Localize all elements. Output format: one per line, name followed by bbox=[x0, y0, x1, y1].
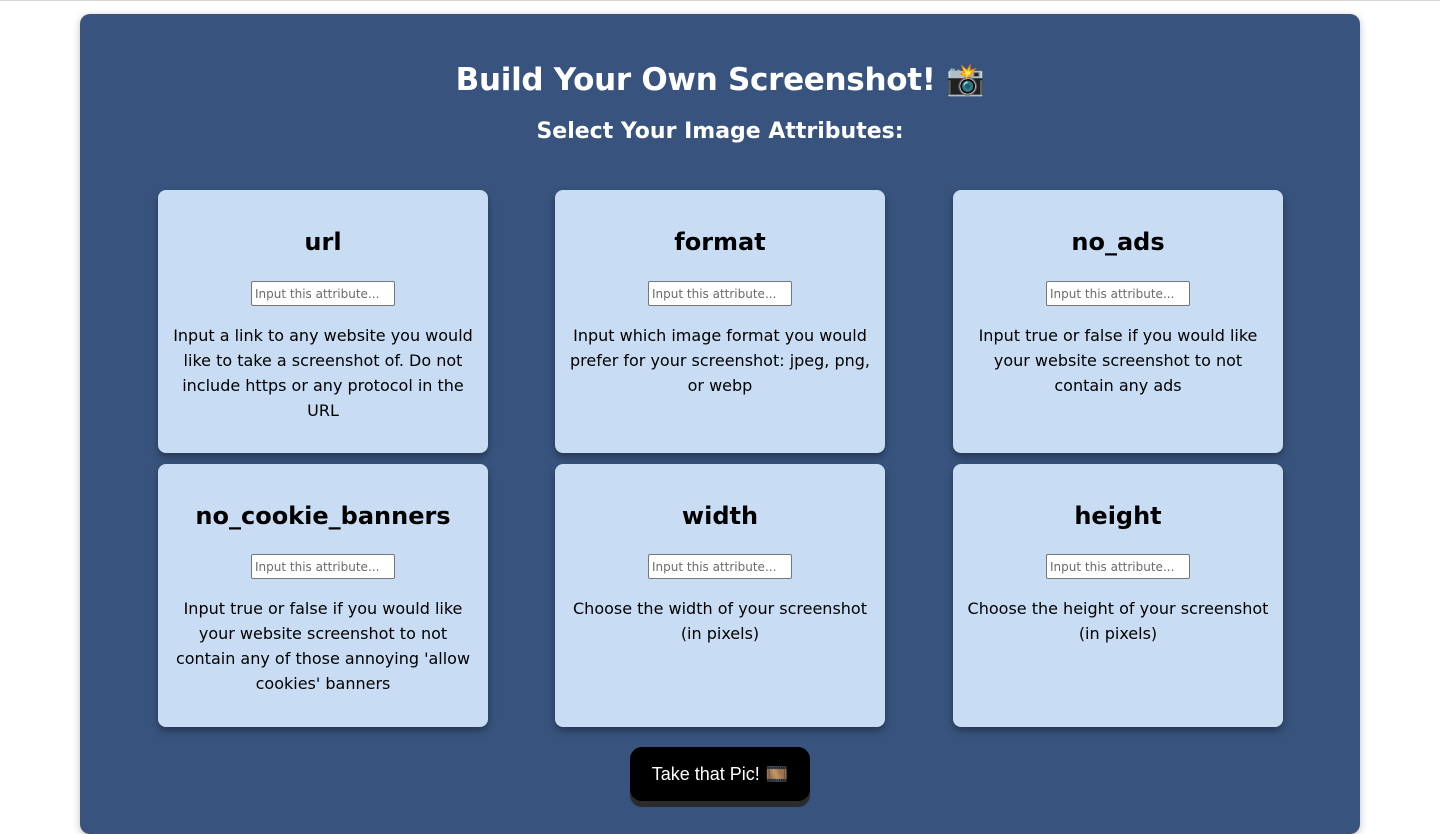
width-input[interactable] bbox=[648, 554, 792, 579]
card-description: Choose the width of your screenshot (in … bbox=[573, 599, 867, 643]
url-input[interactable] bbox=[251, 281, 395, 306]
no-cookie-banners-input[interactable] bbox=[251, 554, 395, 579]
top-divider bbox=[0, 0, 1440, 1]
attribute-card-width: width Choose the width of your screensho… bbox=[555, 464, 885, 727]
card-description: Input true or false if you would like yo… bbox=[175, 599, 471, 693]
page-title: Build Your Own Screenshot! 📸 bbox=[455, 62, 985, 98]
card-title: format bbox=[674, 228, 766, 256]
no-ads-input[interactable] bbox=[1046, 281, 1190, 306]
card-description: Input true or false if you would like yo… bbox=[978, 326, 1258, 395]
film-frames-icon: 🎞️ bbox=[765, 763, 789, 784]
card-description: Choose the height of your screenshot (in… bbox=[967, 599, 1269, 643]
card-title: no_cookie_banners bbox=[195, 502, 451, 530]
height-input[interactable] bbox=[1046, 554, 1190, 579]
card-description: Input which image format you would prefe… bbox=[569, 326, 871, 395]
card-title: width bbox=[681, 502, 759, 530]
card-description: Input a link to any website you would li… bbox=[173, 326, 473, 420]
attribute-card-no-cookie-banners: no_cookie_banners Input true or false if… bbox=[158, 464, 488, 727]
format-input[interactable] bbox=[648, 281, 792, 306]
card-title: height bbox=[1074, 502, 1162, 530]
page-subtitle: Select Your Image Attributes: bbox=[536, 119, 904, 144]
attribute-card-url: url Input a link to any website you woul… bbox=[158, 190, 488, 453]
attribute-card-height: height Choose the height of your screens… bbox=[953, 464, 1283, 727]
take-pic-button-label: Take that Pic! bbox=[651, 763, 760, 784]
main-panel: Build Your Own Screenshot! 📸 Select Your… bbox=[80, 14, 1360, 834]
attribute-card-format: format Input which image format you woul… bbox=[555, 190, 885, 453]
attribute-card-no-ads: no_ads Input true or false if you would … bbox=[953, 190, 1283, 453]
card-title: url bbox=[304, 228, 342, 256]
card-title: no_ads bbox=[1071, 228, 1165, 256]
take-pic-button[interactable]: Take that Pic! 🎞️ bbox=[630, 747, 810, 801]
